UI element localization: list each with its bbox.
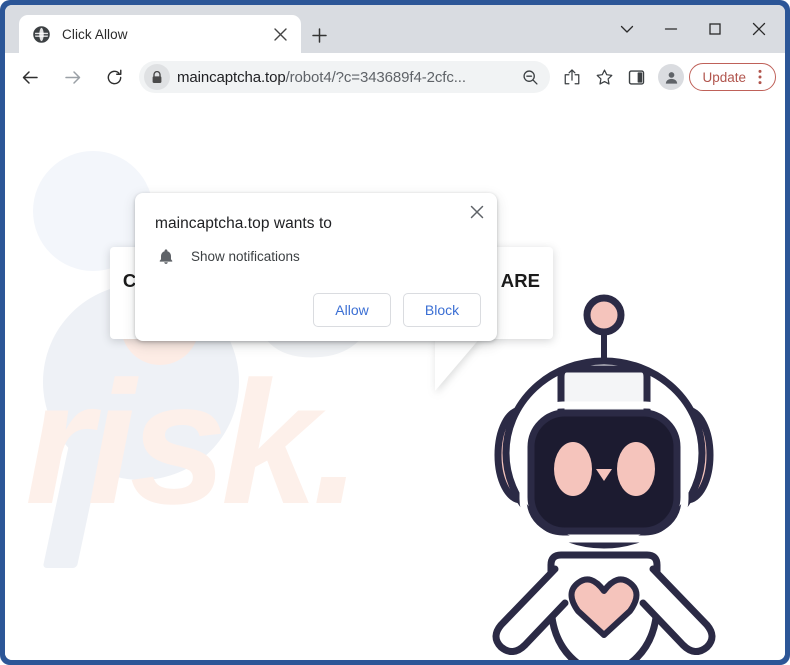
update-button[interactable]: Update: [689, 63, 776, 91]
dialog-title: maincaptcha.top wants to: [155, 215, 332, 232]
tab-title: Click Allow: [62, 26, 128, 42]
lock-icon: [152, 70, 162, 83]
maximize-button[interactable]: [693, 12, 737, 46]
address-bar-text: maincaptcha.top/robot4/?c=343689f4-2cfc.…: [177, 69, 516, 86]
minimize-button[interactable]: [649, 12, 693, 46]
permission-request-row: Show notifications: [155, 245, 300, 267]
chevron-down-icon: [620, 25, 634, 33]
speech-bubble-tail: [435, 337, 481, 391]
allow-button[interactable]: Allow: [313, 293, 391, 327]
page-viewport: c risk.: [5, 101, 785, 660]
profile-button[interactable]: [658, 64, 685, 90]
tab-close-icon[interactable]: [269, 23, 291, 45]
new-tab-button[interactable]: [305, 21, 333, 49]
zoom-out-button[interactable]: [516, 63, 544, 91]
watermark-letter-p-stem: [42, 396, 114, 568]
browser-toolbar: maincaptcha.top/robot4/?c=343689f4-2cfc.…: [5, 53, 785, 101]
site-info-button[interactable]: [144, 64, 170, 90]
zoom-out-icon: [523, 69, 538, 85]
close-icon: [470, 205, 484, 219]
arrow-left-icon: [22, 70, 38, 84]
tab-search-button[interactable]: [605, 12, 649, 46]
dialog-close-button[interactable]: [463, 198, 491, 226]
browser-tab[interactable]: Click Allow: [19, 15, 301, 53]
plus-icon: [311, 27, 327, 43]
bell-icon: [155, 245, 177, 267]
address-bar[interactable]: maincaptcha.top/robot4/?c=343689f4-2cfc.…: [139, 61, 551, 93]
block-button[interactable]: Block: [403, 293, 481, 327]
back-button[interactable]: [13, 60, 47, 94]
notification-permission-dialog: maincaptcha.top wants to Show notificati…: [135, 193, 497, 341]
bookmark-button[interactable]: [588, 61, 620, 93]
browser-window-inner: Click Allow maincaptcha.top/robot4/?c=34…: [5, 5, 785, 660]
dialog-actions: Allow Block: [313, 293, 481, 327]
forward-button[interactable]: [55, 60, 89, 94]
profile-avatar-icon: [665, 71, 678, 84]
reload-icon: [107, 69, 121, 84]
url-path: /robot4/?c=343689f4-2cfc...: [285, 68, 466, 86]
star-icon: [596, 68, 613, 85]
watermark-risk-text: risk.: [25, 346, 361, 541]
share-button[interactable]: [556, 61, 588, 93]
permission-request-label: Show notifications: [191, 248, 300, 264]
close-window-button[interactable]: [737, 12, 781, 46]
browser-window: Click Allow maincaptcha.top/robot4/?c=34…: [0, 0, 790, 665]
close-icon: [752, 22, 766, 36]
update-button-label: Update: [702, 69, 746, 85]
arrow-right-icon: [64, 70, 80, 84]
maximize-icon: [709, 23, 721, 35]
url-domain: maincaptcha.top: [177, 68, 286, 86]
tab-strip: Click Allow: [5, 5, 785, 53]
minimize-icon: [664, 28, 678, 30]
window-controls: [605, 11, 781, 47]
chrome-menu-button[interactable]: [749, 66, 771, 88]
reload-button[interactable]: [97, 60, 131, 94]
side-panel-button[interactable]: [620, 61, 652, 93]
share-icon: [565, 69, 580, 85]
three-dots-vertical-icon: [758, 69, 762, 85]
side-panel-icon: [628, 69, 645, 85]
globe-icon: [33, 25, 50, 43]
